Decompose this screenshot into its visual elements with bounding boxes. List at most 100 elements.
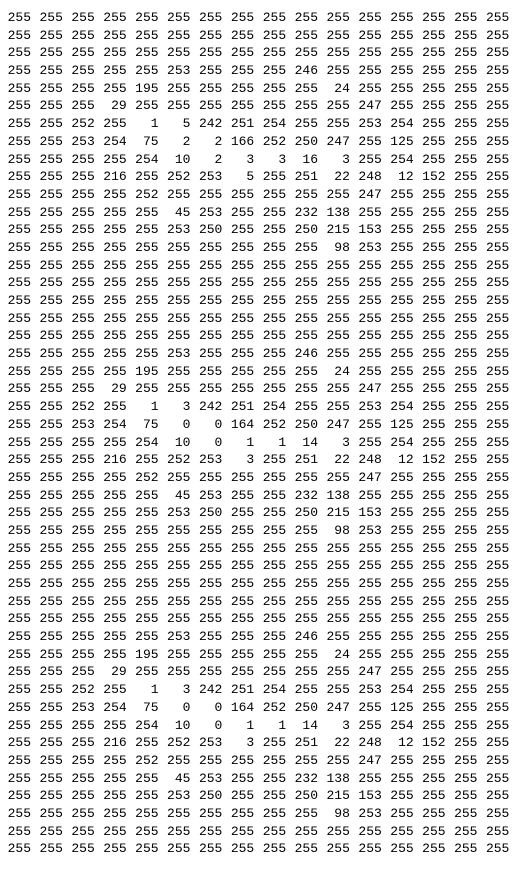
matrix-cell: 255 bbox=[422, 770, 446, 786]
matrix-cell: 255 bbox=[103, 805, 127, 821]
matrix-cell: 255 bbox=[390, 576, 414, 591]
matrix-cell: 255 bbox=[230, 469, 255, 485]
matrix-cell: 255 bbox=[71, 169, 95, 185]
matrix-cell: 255 bbox=[198, 469, 223, 485]
matrix-cell: 12 bbox=[398, 735, 414, 751]
matrix-cell: 255 bbox=[230, 505, 255, 521]
matrix-cell: 248 bbox=[358, 452, 382, 468]
matrix-cell: 255 bbox=[485, 275, 510, 291]
matrix-cell: 255 bbox=[39, 522, 63, 538]
matrix-cell: 255 bbox=[294, 522, 319, 538]
matrix-cell: 255 bbox=[103, 10, 127, 25]
matrix-cell: 164 bbox=[230, 699, 255, 715]
matrix-row: 255 255 255 255 255 253 255 255 255 246 255 255 255 2… bbox=[3, 628, 510, 646]
matrix-row: 255 255 255 255 255 255 255 255 255 255 255 255 255 2… bbox=[3, 540, 510, 558]
matrix-cell: 29 bbox=[111, 664, 127, 680]
matrix-cell: 255 bbox=[39, 593, 63, 609]
matrix-cell: 255 bbox=[167, 841, 191, 857]
matrix-cell: 255 bbox=[198, 664, 223, 680]
matrix-cell: 255 bbox=[326, 346, 350, 362]
matrix-cell: 255 bbox=[454, 239, 478, 255]
matrix-cell: 255 bbox=[485, 186, 510, 202]
matrix-cell: 255 bbox=[103, 116, 127, 132]
matrix-cell: 255 bbox=[422, 646, 446, 662]
matrix-row: 255 255 253 254 75 0 0 164 252 250 247 255 125 255 255… bbox=[3, 699, 510, 717]
matrix-cell: 255 bbox=[294, 646, 319, 662]
matrix-cell: 255 bbox=[454, 151, 478, 167]
matrix-cell: 3 bbox=[342, 434, 350, 450]
matrix-cell: 255 bbox=[198, 310, 223, 326]
matrix-cell: 255 bbox=[485, 505, 510, 521]
matrix-cell: 255 bbox=[454, 116, 478, 132]
matrix-cell: 246 bbox=[294, 63, 319, 79]
matrix-cell: 255 bbox=[103, 45, 127, 61]
matrix-cell: 255 bbox=[454, 558, 478, 574]
matrix-cell: 255 bbox=[454, 293, 478, 308]
matrix-cell: 255 bbox=[7, 646, 31, 662]
matrix-cell: 255 bbox=[485, 416, 510, 432]
matrix-cell: 255 bbox=[262, 540, 287, 556]
matrix-cell: 255 bbox=[390, 186, 414, 202]
matrix-cell: 3 bbox=[182, 682, 191, 698]
matrix-cell: 255 bbox=[135, 629, 159, 645]
matrix-cell: 255 bbox=[454, 452, 478, 468]
matrix-cell: 255 bbox=[422, 576, 446, 591]
matrix-cell: 247 bbox=[358, 752, 382, 768]
matrix-cell: 255 bbox=[390, 611, 414, 627]
matrix-cell: 255 bbox=[390, 10, 414, 25]
matrix-cell: 255 bbox=[7, 699, 31, 715]
matrix-cell: 255 bbox=[103, 522, 127, 538]
matrix-cell: 3 bbox=[246, 151, 255, 167]
matrix-cell: 255 bbox=[39, 841, 63, 857]
matrix-cell: 255 bbox=[454, 204, 478, 220]
matrix-cell: 255 bbox=[262, 576, 287, 591]
matrix-cell: 10 bbox=[174, 151, 191, 167]
matrix-cell: 1 bbox=[150, 682, 159, 698]
matrix-cell: 255 bbox=[326, 399, 350, 415]
matrix-row: 255 255 255 255 195 255 255 255 255 255 24 255 255 25… bbox=[3, 80, 510, 98]
matrix-cell: 252 bbox=[135, 186, 159, 202]
matrix-cell: 255 bbox=[390, 752, 414, 768]
matrix-cell: 255 bbox=[485, 646, 510, 662]
matrix-cell: 255 bbox=[230, 310, 255, 326]
matrix-cell: 195 bbox=[135, 80, 159, 96]
matrix-cell: 232 bbox=[294, 204, 319, 220]
matrix-cell: 255 bbox=[294, 381, 319, 397]
matrix-cell: 255 bbox=[71, 841, 95, 857]
matrix-cell: 255 bbox=[135, 522, 159, 538]
matrix-cell: 255 bbox=[390, 805, 414, 821]
matrix-cell: 255 bbox=[198, 646, 223, 662]
matrix-cell: 255 bbox=[135, 63, 159, 79]
matrix-cell: 255 bbox=[262, 735, 287, 751]
matrix-cell: 255 bbox=[454, 10, 478, 25]
matrix-cell: 255 bbox=[7, 558, 31, 574]
matrix-cell: 255 bbox=[390, 222, 414, 238]
matrix-cell: 255 bbox=[198, 540, 223, 556]
matrix-cell: 250 bbox=[294, 133, 319, 149]
matrix-row: 255 255 255 255 255 253 250 255 255 250 215 153 255 2… bbox=[3, 504, 510, 522]
matrix-cell: 255 bbox=[167, 186, 191, 202]
matrix-cell: 216 bbox=[103, 735, 127, 751]
matrix-cell: 253 bbox=[71, 699, 95, 715]
matrix-cell: 255 bbox=[422, 133, 446, 149]
matrix-cell: 250 bbox=[198, 788, 223, 804]
matrix-cell: 255 bbox=[294, 116, 319, 132]
matrix-cell: 255 bbox=[135, 222, 159, 238]
matrix-cell: 255 bbox=[71, 381, 95, 397]
matrix-cell: 255 bbox=[358, 27, 382, 43]
matrix-cell: 255 bbox=[422, 487, 446, 503]
matrix-cell: 255 bbox=[7, 629, 31, 645]
matrix-cell: 255 bbox=[422, 841, 446, 857]
matrix-cell: 255 bbox=[358, 310, 382, 326]
matrix-cell: 255 bbox=[71, 275, 95, 291]
matrix-cell: 255 bbox=[422, 434, 446, 450]
matrix-cell: 255 bbox=[230, 646, 255, 662]
matrix-cell: 153 bbox=[358, 505, 382, 521]
matrix-cell: 255 bbox=[167, 593, 191, 609]
matrix-cell: 255 bbox=[71, 805, 95, 821]
matrix-cell: 255 bbox=[390, 593, 414, 609]
matrix-cell: 255 bbox=[262, 310, 287, 326]
matrix-cell: 232 bbox=[294, 770, 319, 786]
matrix-cell: 255 bbox=[71, 328, 95, 344]
matrix-cell: 152 bbox=[422, 169, 446, 185]
